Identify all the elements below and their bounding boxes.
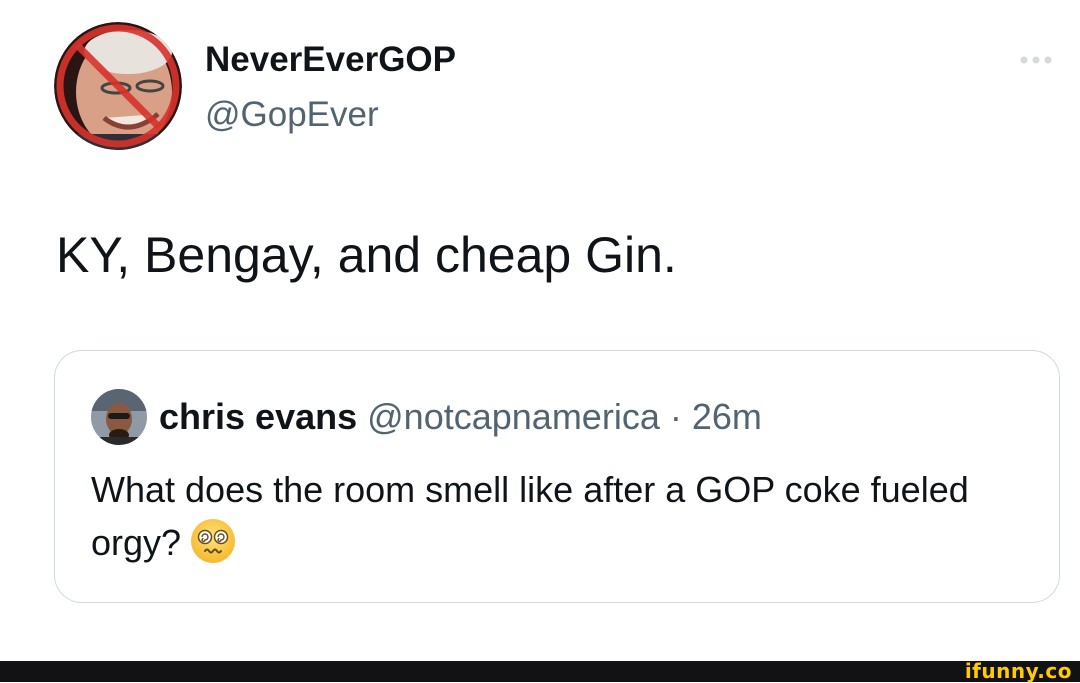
author-avatar-image	[54, 22, 182, 150]
author-display-name[interactable]: NeverEverGOP	[205, 40, 456, 80]
quoted-author-avatar-image	[91, 389, 147, 445]
author-handle[interactable]: @GopEver	[205, 95, 379, 135]
ifunny-watermark: ifunny.co	[964, 659, 1072, 683]
quoted-display-name[interactable]: chris evans	[159, 396, 357, 437]
quoted-timestamp[interactable]: 26m	[692, 396, 762, 437]
author-avatar[interactable]	[54, 22, 182, 150]
watermark-bar: ifunny.co	[0, 659, 1080, 683]
more-options-button[interactable]	[1012, 46, 1060, 74]
quoted-handle[interactable]: @notcapnamerica	[367, 396, 660, 437]
dizzy-face-emoji-icon	[189, 517, 237, 579]
quoted-tweet-body: What does the room smell like after a GO…	[91, 463, 1031, 579]
quoted-separator: ·	[669, 396, 682, 437]
quoted-author-avatar[interactable]	[91, 389, 147, 445]
quoted-tweet-header: chris evans @notcapnamerica · 26m	[159, 396, 762, 438]
quoted-tweet-card[interactable]: chris evans @notcapnamerica · 26m What d…	[54, 350, 1060, 603]
more-horizontal-icon	[1020, 56, 1052, 64]
tweet-text: KY, Bengay, and cheap Gin.	[56, 227, 677, 283]
